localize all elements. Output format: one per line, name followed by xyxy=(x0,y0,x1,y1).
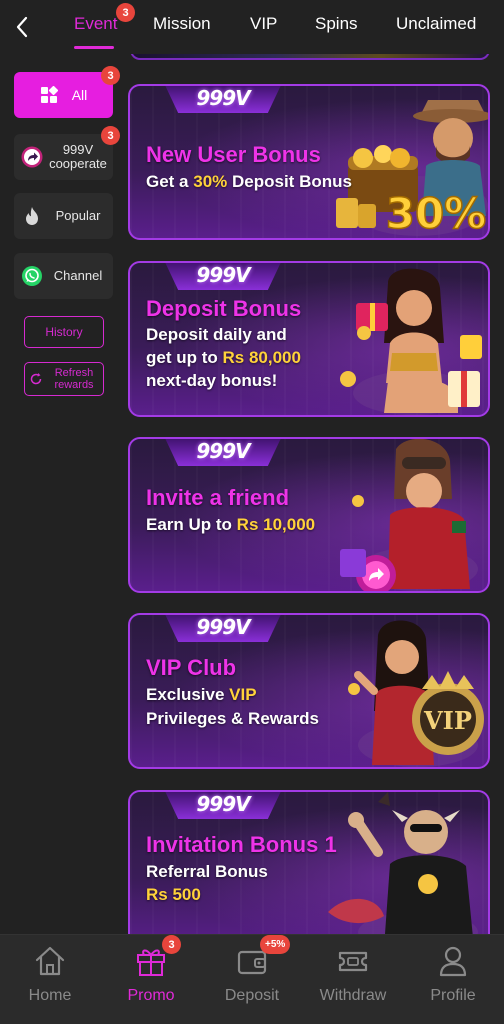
promo-banner-list: 999V 30% New User Bonus Get a 30% Deposi… xyxy=(126,54,504,934)
brand-logo: 999V xyxy=(196,263,250,287)
banner-subtitle: Earn Up to Rs 10,000 xyxy=(146,515,315,535)
active-tab-indicator xyxy=(74,46,114,49)
nav-profile[interactable]: Profile xyxy=(408,943,498,1013)
nav-home[interactable]: Home xyxy=(5,943,95,1013)
banner-line-2: Privileges & Rewards xyxy=(146,709,319,728)
banner-invite-friend[interactable]: 999V Invite a friend Earn Up to Rs 10,00… xyxy=(128,437,490,593)
banner-title: Invite a friend xyxy=(146,485,290,510)
back-button[interactable] xyxy=(6,11,38,43)
flame-icon xyxy=(21,205,43,227)
banner-title: Invitation Bonus 1 xyxy=(146,832,337,857)
banner-line-text: get up to xyxy=(146,348,223,367)
tab-unclaimed-label: Unclaimed xyxy=(396,14,477,33)
profile-icon xyxy=(435,943,471,979)
banner-vip-club[interactable]: 999V VIP VIP Club Exclusive VIP Privileg… xyxy=(128,613,490,769)
brand-logo: 999V xyxy=(196,792,250,816)
sidebar-item-label: 999V cooperate xyxy=(49,142,107,171)
brand-logo: 999V xyxy=(196,615,250,639)
tab-mission[interactable]: Mission xyxy=(153,14,211,40)
banner-line-1: Exclusive VIP xyxy=(146,685,257,705)
tab-event[interactable]: Event xyxy=(74,14,117,40)
banner-title: New User Bonus xyxy=(146,142,321,167)
refresh-rewards-button[interactable]: Refresh rewards xyxy=(24,362,104,396)
banner-line-text: Exclusive xyxy=(146,685,230,704)
banner-line-1: Referral Bonus xyxy=(146,862,268,881)
tab-event-badge: 3 xyxy=(116,3,135,22)
banner-line-1: Deposit daily and xyxy=(146,325,287,344)
banner-subtitle-text: Get a xyxy=(146,172,194,191)
sidebar-item-all[interactable]: All xyxy=(14,72,113,118)
nav-withdraw[interactable]: Withdraw xyxy=(308,943,398,1013)
previous-banner-edge xyxy=(130,54,490,60)
treasure-hunter-illustration: 30% xyxy=(336,100,488,238)
brand-logo-tab: 999V xyxy=(164,792,282,819)
history-button[interactable]: History xyxy=(24,316,104,348)
banner-line-highlight: VIP xyxy=(229,685,257,704)
sidebar-item-label: Popular xyxy=(55,208,101,223)
bull-mascot-illustration xyxy=(328,792,478,934)
banner-line-2: get up to Rs 80,000 xyxy=(146,348,301,368)
banner-line-highlight: Rs 80,000 xyxy=(222,348,301,367)
sidebar-item-label: All xyxy=(71,87,88,103)
brand-logo-tab: 999V xyxy=(164,263,282,290)
promo-screen: Event 3 Mission VIP Spins Unclaimed All … xyxy=(0,0,504,1024)
brand-logo-tab: 999V xyxy=(164,86,282,113)
sidebar-item-channel[interactable]: Channel xyxy=(14,253,113,299)
banner-deposit-bonus[interactable]: 999V Deposit Bonus Deposit daily and get… xyxy=(128,261,490,417)
nav-deposit-label: Deposit xyxy=(224,987,280,1004)
banner-subtitle-text: Earn Up to xyxy=(146,515,237,534)
tab-unclaimed[interactable]: Unclaimed xyxy=(396,14,476,40)
sidebar-item-cooperate[interactable]: 999V cooperate xyxy=(14,134,113,180)
tab-mission-label: Mission xyxy=(153,14,211,33)
nav-withdraw-label: Withdraw xyxy=(319,987,387,1004)
share-arrow-icon xyxy=(21,146,43,168)
banner-invitation-bonus-1[interactable]: 999V Invitation Bonus 1 Referral Bonus R… xyxy=(128,790,490,934)
brand-logo: 999V xyxy=(196,439,250,463)
grid-icon xyxy=(40,86,58,104)
banner-line-2: Rs 500 xyxy=(146,885,201,904)
tab-event-label: Event xyxy=(74,14,118,33)
sidebar-item-popular[interactable]: Popular xyxy=(14,193,113,239)
ticket-icon xyxy=(335,943,371,979)
whatsapp-icon xyxy=(21,265,43,287)
banner-new-user-bonus[interactable]: 999V 30% New User Bonus Get a 30% Deposi… xyxy=(128,84,490,240)
banner-title: VIP Club xyxy=(146,655,237,680)
top-tab-bar: Event 3 Mission VIP Spins Unclaimed xyxy=(0,0,504,54)
vip-girl-illustration: VIP xyxy=(348,620,484,767)
chevron-left-icon xyxy=(16,16,28,38)
nav-home-label: Home xyxy=(28,987,72,1004)
brand-logo-tab: 999V xyxy=(164,439,282,466)
deposit-girl-illustration xyxy=(340,268,482,415)
nav-promo-label: Promo xyxy=(127,987,175,1004)
nav-profile-label: Profile xyxy=(430,987,476,1004)
nav-promo-badge: 3 xyxy=(162,935,181,954)
tab-vip[interactable]: VIP xyxy=(250,14,277,40)
banner-title: Deposit Bonus xyxy=(146,296,302,321)
banner-subtitle-highlight: 30% xyxy=(193,172,228,191)
tab-spins[interactable]: Spins xyxy=(315,14,358,40)
vip-art-text: VIP xyxy=(423,706,472,735)
nav-promo[interactable]: Promo xyxy=(106,943,196,1013)
brand-logo-tab: 999V xyxy=(164,615,282,642)
banner-line-3: next-day bonus! xyxy=(146,371,278,390)
refresh-rewards-label: Refresh rewards xyxy=(54,367,94,391)
banner-subtitle: Get a 30% Deposit Bonus xyxy=(146,172,352,192)
bottom-navigation: Home Promo 3 Deposit +5% Withdraw Profil… xyxy=(0,934,504,1024)
sidebar-cooperate-badge: 3 xyxy=(101,126,120,145)
banner-subtitle-text: Deposit Bonus xyxy=(227,172,352,191)
brand-logo: 999V xyxy=(196,86,250,110)
sidebar-all-badge: 3 xyxy=(101,66,120,85)
pilot-girl-illustration xyxy=(340,439,478,591)
refresh-icon xyxy=(29,372,43,386)
sidebar-item-label: Channel xyxy=(53,268,103,283)
thirty-percent-art-text: 30% xyxy=(386,189,487,238)
tab-vip-label: VIP xyxy=(250,14,278,33)
category-sidebar: All 3 999V cooperate 3 Popular Channel H… xyxy=(0,54,126,934)
tab-spins-label: Spins xyxy=(315,14,358,33)
nav-deposit-badge: +5% xyxy=(260,935,291,954)
home-icon xyxy=(32,943,68,979)
banner-subtitle-highlight: Rs 10,000 xyxy=(236,515,316,534)
history-label: History xyxy=(45,325,83,339)
